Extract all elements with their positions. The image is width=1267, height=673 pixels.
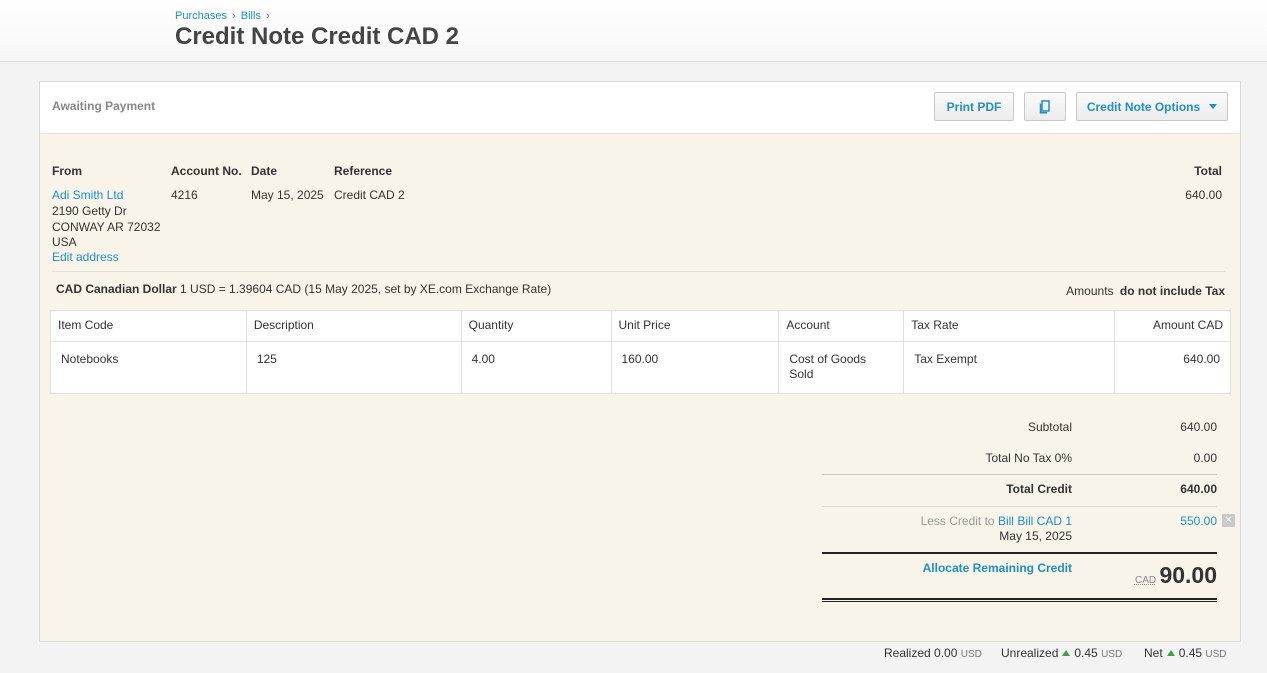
table-row: Notebooks 125 4.00 160.00 Cost of Goods … bbox=[50, 341, 1231, 394]
account-no-value: 4216 bbox=[171, 188, 198, 202]
less-credit-date: May 15, 2025 bbox=[999, 529, 1072, 543]
breadcrumb-purchases[interactable]: Purchases bbox=[175, 10, 227, 22]
panel-toolbar: Awaiting Payment Print PDF Credit Note O… bbox=[40, 82, 1240, 134]
currency-name: CAD Canadian Dollar bbox=[56, 282, 177, 296]
column-header-quantity: Quantity bbox=[460, 310, 612, 342]
cell-quantity: 4.00 bbox=[460, 341, 612, 394]
cell-amount: 640.00 bbox=[1114, 341, 1231, 394]
page-title: Credit Note Credit CAD 2 bbox=[175, 23, 460, 50]
date-value: May 15, 2025 bbox=[251, 188, 324, 202]
credit-note-panel: Awaiting Payment Print PDF Credit Note O… bbox=[39, 81, 1241, 642]
cell-tax-rate: Tax Exempt bbox=[903, 341, 1116, 394]
column-header-description: Description bbox=[245, 310, 462, 342]
cell-description: 125 bbox=[245, 341, 462, 394]
supplier-name-link[interactable]: Adi Smith Ltd bbox=[52, 188, 123, 202]
remove-allocation-icon[interactable]: ✕ bbox=[1222, 514, 1235, 527]
remaining-credit-value: 90.00 bbox=[1159, 562, 1217, 588]
total-credit-label: Total Credit bbox=[1006, 482, 1072, 496]
print-pdf-button[interactable]: Print PDF bbox=[934, 92, 1014, 121]
no-tax-label: Total No Tax 0% bbox=[985, 451, 1073, 465]
net-value: 0.45 bbox=[1178, 646, 1203, 660]
column-header-account: Account bbox=[778, 310, 905, 342]
unrealized-unit: USD bbox=[1101, 649, 1123, 660]
less-credit-prefix: Less Credit to bbox=[920, 514, 995, 528]
up-triangle-icon bbox=[1062, 650, 1071, 656]
exchange-rate-text: 1 USD = 1.39604 CAD (15 May 2025, set by… bbox=[180, 282, 552, 296]
credit-note-options-label: Credit Note Options bbox=[1086, 99, 1201, 114]
breadcrumb-bills[interactable]: Bills bbox=[241, 10, 261, 22]
remaining-credit: CAD 90.00 bbox=[1135, 562, 1217, 589]
copy-icon bbox=[1039, 99, 1050, 114]
line-items-table: Item Code Description Quantity Unit Pric… bbox=[50, 310, 1231, 394]
unrealized-label: Unrealized bbox=[1001, 646, 1059, 660]
remaining-currency: CAD bbox=[1134, 575, 1157, 586]
credit-note-options-button[interactable]: Credit Note Options bbox=[1076, 92, 1228, 121]
no-tax-value: 0.00 bbox=[1193, 451, 1217, 465]
subtotal-label: Subtotal bbox=[1027, 420, 1072, 434]
address-line: USA bbox=[52, 235, 77, 249]
cell-item-code: Notebooks bbox=[50, 341, 247, 394]
less-credit-line: Less Credit to Bill Bill CAD 1 bbox=[772, 514, 1072, 528]
account-no-label: Account No. bbox=[171, 164, 242, 178]
amounts-label: Amounts bbox=[1066, 284, 1114, 298]
net-unit: USD bbox=[1205, 649, 1227, 660]
breadcrumb: Purchases › Bills › bbox=[175, 10, 272, 22]
allocate-remaining-credit-link[interactable]: Allocate Remaining Credit bbox=[822, 561, 1072, 575]
totals-divider bbox=[822, 506, 1217, 507]
amounts-tax-value: do not include Tax bbox=[1119, 284, 1225, 298]
realized-value: 0.00 bbox=[934, 646, 958, 660]
totals-divider bbox=[822, 474, 1217, 475]
less-credit-bill-number-link[interactable]: Bill CAD 1 bbox=[1017, 514, 1072, 528]
date-label: Date bbox=[251, 164, 278, 178]
realized-unit: USD bbox=[960, 649, 982, 660]
breadcrumb-separator: › bbox=[232, 10, 236, 22]
page-header: Purchases › Bills › Credit Note Credit C… bbox=[0, 0, 1267, 62]
cell-account: Cost of Goods Sold bbox=[778, 341, 905, 394]
from-label: From bbox=[52, 164, 82, 178]
less-credit-amount-link[interactable]: 550.00 bbox=[1097, 514, 1217, 528]
cell-unit-price: 160.00 bbox=[610, 341, 780, 394]
status-text: Awaiting Payment bbox=[52, 99, 156, 113]
realized-label: Realized bbox=[884, 646, 931, 660]
column-header-tax-rate: Tax Rate bbox=[903, 310, 1116, 342]
totals-double-underline bbox=[822, 598, 1217, 602]
unrealized-gain: Unrealized 0.45 USD bbox=[1001, 646, 1122, 660]
copy-button[interactable] bbox=[1024, 92, 1066, 121]
total-value: 640.00 bbox=[1185, 188, 1222, 202]
subtotal-value: 640.00 bbox=[1180, 420, 1217, 434]
address-line: CONWAY AR 72032 bbox=[52, 220, 161, 234]
totals-divider bbox=[822, 552, 1217, 554]
column-header-amount: Amount CAD bbox=[1114, 310, 1231, 342]
net-label: Net bbox=[1144, 646, 1163, 660]
reference-value: Credit CAD 2 bbox=[334, 188, 405, 202]
unrealized-value: 0.45 bbox=[1074, 646, 1098, 660]
net-gain: Net 0.45 USD bbox=[1144, 646, 1227, 660]
realized-gain: Realized 0.00 USD bbox=[884, 646, 982, 660]
address-line: 2190 Getty Dr bbox=[52, 204, 127, 218]
reference-label: Reference bbox=[334, 164, 393, 178]
chevron-down-icon bbox=[1209, 104, 1218, 109]
divider bbox=[52, 271, 1225, 272]
column-header-unit-price: Unit Price bbox=[610, 310, 780, 342]
amounts-tax-info: Amounts do not include Tax bbox=[1066, 284, 1225, 298]
less-credit-bill-link[interactable]: Bill bbox=[998, 514, 1014, 528]
up-triangle-icon bbox=[1166, 650, 1175, 656]
currency-info: CAD Canadian Dollar 1 USD = 1.39604 CAD … bbox=[56, 282, 551, 296]
total-credit-value: 640.00 bbox=[1180, 482, 1217, 496]
total-label: Total bbox=[1194, 164, 1222, 178]
table-header-row: Item Code Description Quantity Unit Pric… bbox=[50, 310, 1231, 342]
breadcrumb-separator: › bbox=[266, 10, 270, 22]
edit-address-link[interactable]: Edit address bbox=[52, 250, 119, 264]
column-header-item-code: Item Code bbox=[50, 310, 247, 342]
